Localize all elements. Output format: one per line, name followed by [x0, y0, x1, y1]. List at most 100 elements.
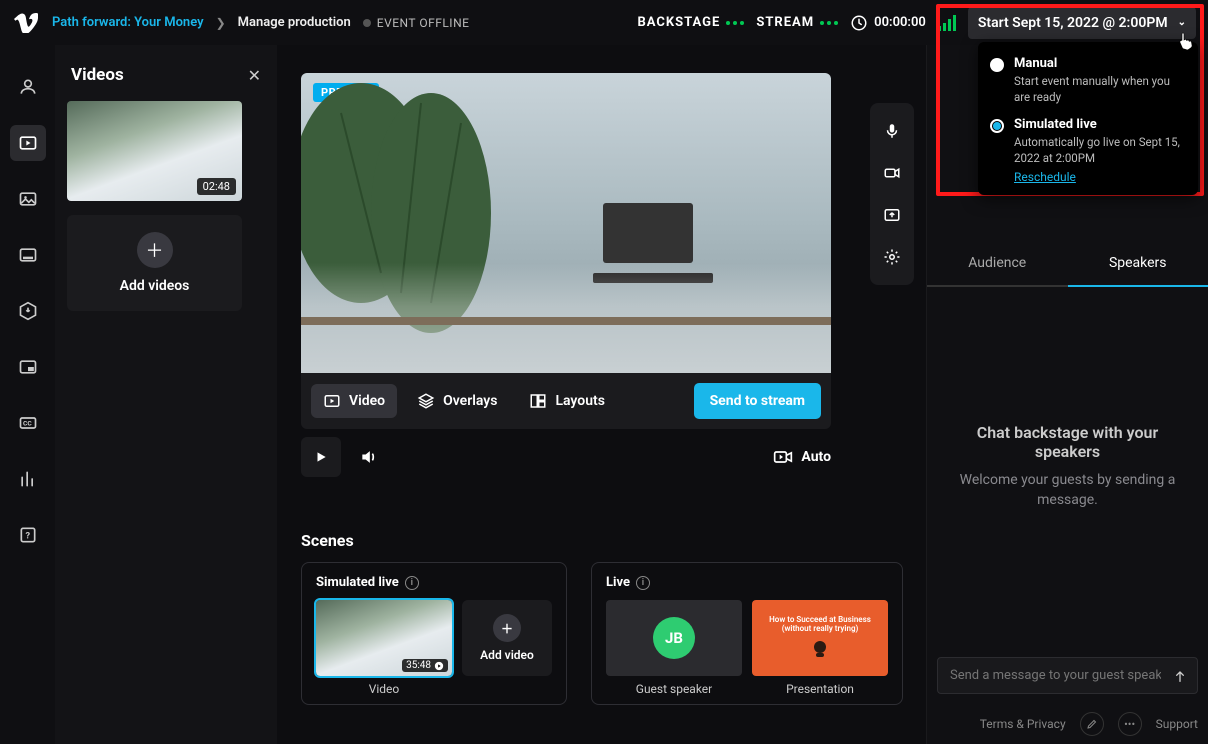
stream-label: STREAM: [756, 15, 814, 30]
footer-more-button[interactable]: •••: [1118, 712, 1142, 736]
option-manual[interactable]: Manual Start event manually when you are…: [990, 56, 1186, 105]
videos-panel: Videos ✕ 02:48 ＋ Add videos: [55, 45, 277, 744]
tool-video[interactable]: Video: [311, 384, 397, 418]
clock-icon: [850, 14, 868, 32]
avatar: JB: [653, 617, 695, 659]
chat-message-input[interactable]: [937, 657, 1198, 694]
play-icon: [314, 450, 328, 464]
pres-line2: (without really trying): [782, 624, 859, 633]
preview-toolbar: Video Overlays Layouts Send to stream: [301, 373, 831, 429]
nav-help[interactable]: ?: [10, 517, 46, 553]
backstage-indicator: BACKSTAGE: [637, 15, 744, 30]
svg-text:?: ?: [25, 531, 30, 541]
play-small-icon: [434, 661, 444, 671]
nav-pip[interactable]: [10, 349, 46, 385]
scene-video-label: Video: [316, 682, 452, 696]
share-screen-icon: [883, 206, 901, 224]
option-simulated-live[interactable]: Simulated live Automatically go live on …: [990, 117, 1186, 185]
vimeo-logo[interactable]: [12, 9, 40, 37]
option-manual-desc: Start event manually when you are ready: [1014, 74, 1186, 105]
info-icon[interactable]: i: [405, 576, 419, 590]
chat-empty-state: Chat backstage with your speakers Welcom…: [927, 287, 1208, 647]
chevron-right-icon: ❯: [216, 16, 226, 30]
duration-badge: 02:48: [197, 178, 236, 195]
tool-overlays-label: Overlays: [443, 393, 497, 409]
chat-subtext: Welcome your guests by sending a message…: [949, 471, 1186, 510]
presentation-graphic-icon: [808, 637, 832, 661]
play-button[interactable]: [301, 437, 341, 477]
scene-video-thumb[interactable]: 35:48: [316, 600, 452, 676]
tool-layouts[interactable]: Layouts: [517, 384, 616, 418]
nav-videos[interactable]: [10, 125, 46, 161]
scene-guest-thumb[interactable]: JB: [606, 600, 742, 676]
nav-people[interactable]: [10, 69, 46, 105]
dock-mic[interactable]: [872, 111, 912, 151]
info-icon[interactable]: i: [636, 576, 650, 590]
scene-guest-label: Guest speaker: [606, 682, 742, 696]
pencil-icon: [1086, 718, 1098, 730]
start-mode-dropdown: Manual Start event manually when you are…: [978, 42, 1198, 195]
video-play-icon: [323, 392, 341, 410]
scene-live: Livei JB Guest speaker How to Succeed at…: [591, 562, 903, 705]
tool-overlays[interactable]: Overlays: [405, 384, 509, 418]
scenes-section: Scenes Simulated livei 35:48 Video: [301, 531, 902, 705]
nav-captions[interactable]: CC: [10, 405, 46, 441]
chat-heading: Chat backstage with your speakers: [949, 423, 1186, 461]
nav-lower-thirds[interactable]: [10, 237, 46, 273]
reschedule-link[interactable]: Reschedule: [1014, 170, 1076, 184]
nav-images[interactable]: [10, 181, 46, 217]
volume-button[interactable]: [349, 437, 389, 477]
event-status-text: EVENT OFFLINE: [377, 16, 470, 30]
stage-area: PREVIEW Video Overlays Layouts Send to: [277, 45, 926, 744]
scene-add-video[interactable]: ＋ Add video: [462, 600, 552, 676]
tab-speakers[interactable]: Speakers: [1068, 241, 1208, 287]
add-videos-tile[interactable]: ＋ Add videos: [67, 215, 242, 311]
auto-label: Auto: [801, 449, 831, 465]
support-link[interactable]: Support: [1156, 717, 1198, 731]
close-icon[interactable]: ✕: [248, 66, 261, 85]
tool-video-label: Video: [349, 393, 385, 409]
option-manual-title: Manual: [1014, 56, 1186, 71]
stream-indicator: STREAM: [756, 15, 838, 30]
gear-icon: [883, 248, 901, 266]
playback-row: Auto: [301, 437, 831, 477]
scene-video-duration: 35:48: [406, 660, 431, 671]
plus-icon: ＋: [137, 232, 173, 268]
dock-settings[interactable]: [872, 237, 912, 277]
auto-toggle[interactable]: Auto: [773, 447, 831, 467]
dock-share[interactable]: [872, 195, 912, 235]
dock-camera[interactable]: [872, 153, 912, 193]
scene-presentation-thumb[interactable]: How to Succeed at Business (without real…: [752, 600, 888, 676]
microphone-icon: [883, 122, 901, 140]
breadcrumb-project[interactable]: Path forward: Your Money: [52, 15, 204, 30]
camera-icon: [883, 164, 901, 182]
backstage-dots-icon: [726, 21, 744, 25]
radio-unselected-icon: [990, 58, 1004, 72]
left-nav-rail: CC ?: [0, 45, 55, 744]
elapsed-time-value: 00:00:00: [874, 15, 926, 30]
send-icon[interactable]: [1172, 668, 1188, 684]
scene-live-title: Live: [606, 575, 630, 590]
terms-link[interactable]: Terms & Privacy: [980, 717, 1066, 731]
scene-presentation-label: Presentation: [752, 682, 888, 696]
breadcrumb-page: Manage production: [238, 15, 351, 30]
chat-input-wrap: [937, 657, 1198, 694]
videos-panel-title: Videos: [71, 65, 124, 85]
plus-icon: ＋: [493, 614, 521, 642]
chat-footer: Terms & Privacy ••• Support: [927, 704, 1208, 744]
layers-icon: [417, 392, 435, 410]
event-status: EVENT OFFLINE: [363, 16, 470, 30]
footer-edit-button[interactable]: [1080, 712, 1104, 736]
nav-downloads[interactable]: [10, 293, 46, 329]
send-to-stream-button[interactable]: Send to stream: [694, 383, 821, 419]
video-thumbnail[interactable]: 02:48: [67, 101, 242, 201]
tab-audience[interactable]: Audience: [927, 241, 1068, 287]
scene-add-video-label: Add video: [480, 648, 534, 662]
nav-polls[interactable]: [10, 461, 46, 497]
layout-icon: [529, 392, 547, 410]
add-videos-label: Add videos: [120, 278, 190, 294]
tool-layouts-label: Layouts: [555, 393, 604, 409]
elapsed-time: 00:00:00: [850, 14, 926, 32]
option-sim-title: Simulated live: [1014, 117, 1186, 132]
radio-selected-icon: [990, 119, 1004, 133]
